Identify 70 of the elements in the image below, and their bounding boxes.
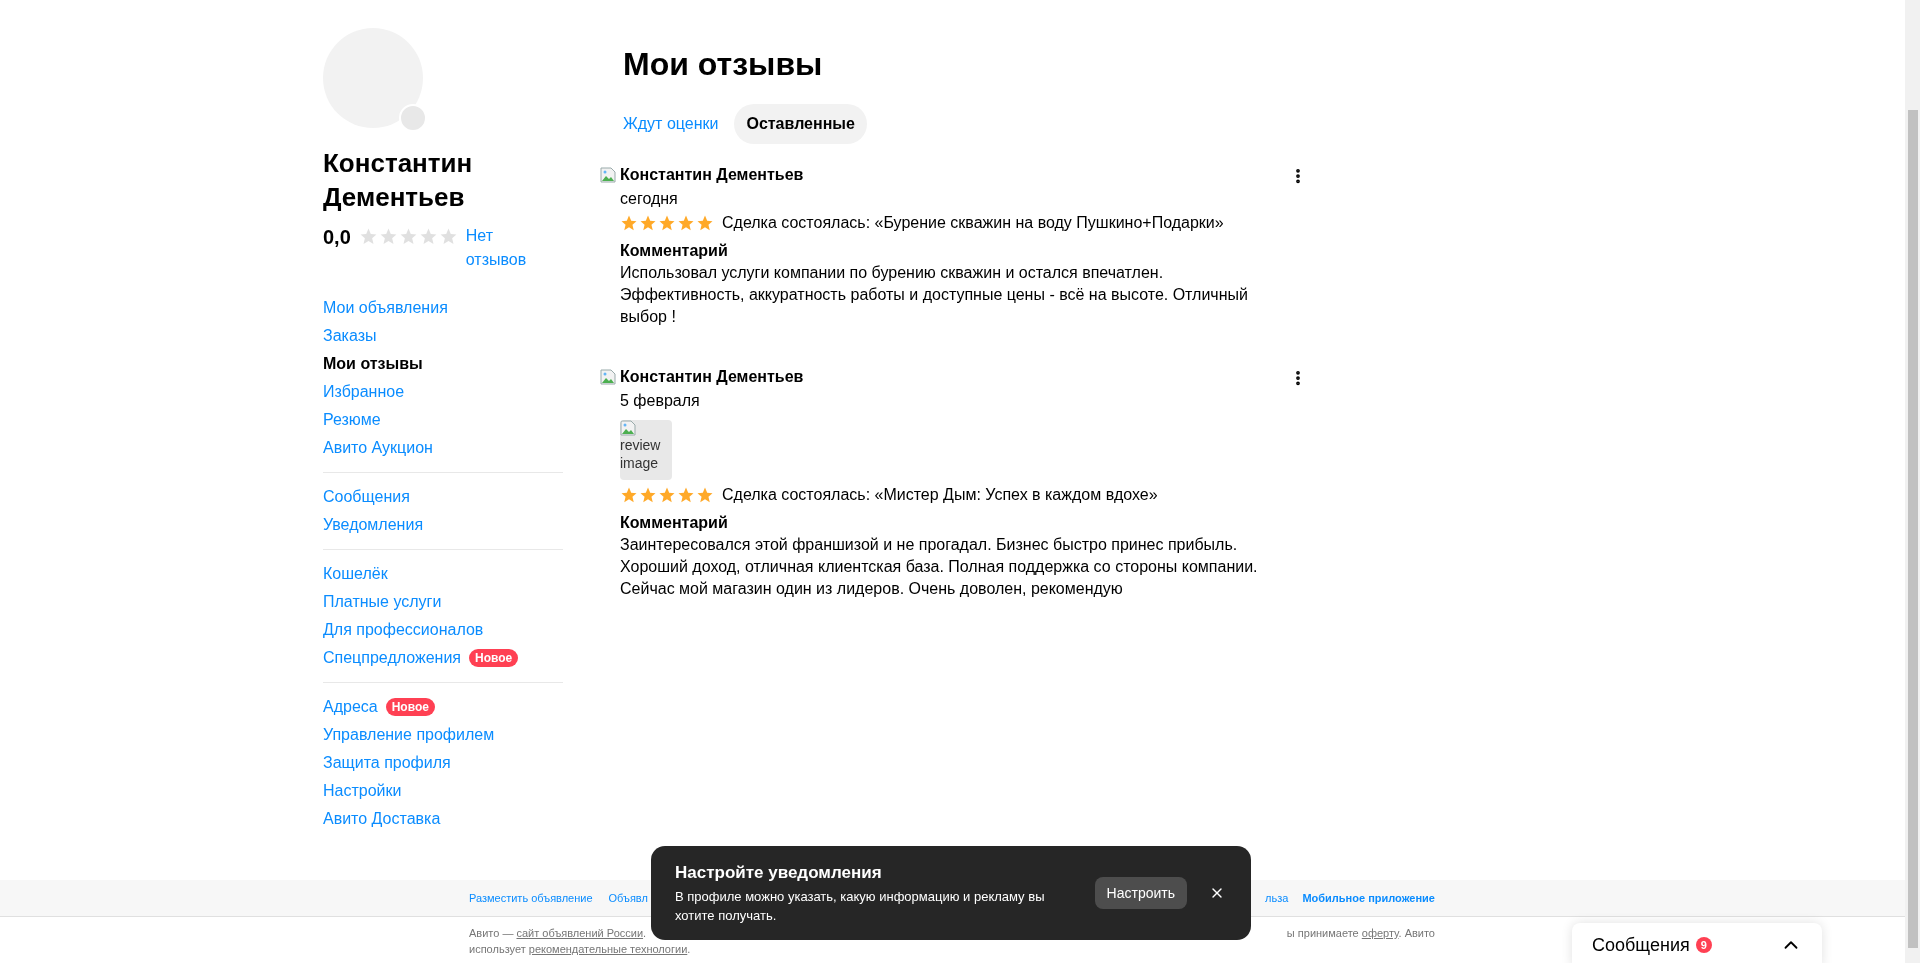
review-image[interactable]: review image bbox=[620, 420, 672, 480]
review-tab[interactable]: Ждут оценки bbox=[611, 104, 731, 144]
comment-text: Использовал услуги компании по бурению скважин и остался впечатлен. Эффективность, аккуратность работы и доступные цены - всё на высоте. Отличный выбор ! bbox=[620, 263, 1249, 327]
legal-text: использует рекомендательные технологии. bbox=[469, 943, 691, 955]
legal-text: Авито — сайт объявлений России. bbox=[469, 926, 647, 941]
deal-text: Сделка состоялась: «Бурение скважин на воду Пушкино+Подарки» bbox=[722, 213, 1224, 233]
messages-widget[interactable]: Сообщения 9 bbox=[1572, 923, 1822, 963]
setup-button[interactable]: Настроить bbox=[1094, 877, 1187, 909]
sidebar-link[interactable]: Уведомления bbox=[323, 513, 424, 537]
toast-text: В профиле можно указать, какую информацию и рекламу вы хотите получать. bbox=[675, 888, 1046, 925]
star-icon bbox=[677, 214, 695, 232]
star-icon bbox=[620, 214, 638, 232]
sidebar-link[interactable]: Управление профилем bbox=[323, 723, 495, 747]
image-alt-text: review image bbox=[620, 436, 662, 472]
scrollbar[interactable] bbox=[1905, 0, 1920, 963]
star-icon bbox=[418, 227, 438, 246]
footer-link[interactable]: Мобильное приложение bbox=[1302, 889, 1435, 907]
sidebar-link[interactable]: Для профессионалов bbox=[323, 618, 484, 642]
legal-link[interactable]: оферту bbox=[1361, 927, 1399, 939]
rating-value: 0,0 bbox=[323, 225, 351, 250]
broken-image-icon bbox=[620, 420, 636, 436]
star-icon bbox=[658, 486, 676, 504]
sidebar-link[interactable]: Защита профиля bbox=[323, 751, 451, 775]
review-date: сегодня bbox=[620, 189, 679, 209]
star-icon bbox=[620, 486, 638, 504]
sidebar-link[interactable]: Авито Доставка bbox=[323, 807, 441, 831]
sidebar-link[interactable]: Избранное bbox=[323, 380, 405, 404]
profile-name: Константин Дементьев bbox=[323, 147, 474, 214]
reviews-link[interactable]: Нет отзывов bbox=[465, 224, 536, 272]
footer-link[interactable]: Объявл bbox=[608, 889, 648, 907]
comment-text: Заинтересовался этой франшизой и не прогадал. Бизнес быстро принес прибыль. Хороший доход, отличная клиентская база. Полная поддержка со стороны компании. Сейчас мой магазин один из лидеров. Очень доволен, рекомендую bbox=[620, 535, 1259, 599]
star-icon bbox=[696, 214, 714, 232]
sidebar-link[interactable]: Резюме bbox=[323, 408, 381, 432]
review-tab[interactable]: Оставленные bbox=[734, 104, 867, 144]
sidebar-link[interactable]: Адреса bbox=[323, 695, 378, 719]
star-icon bbox=[639, 486, 657, 504]
comment-title: Комментарий bbox=[620, 241, 729, 261]
deal-text: Сделка состоялась: «Мистер Дым: Успех в каждом вдохе» bbox=[722, 485, 1158, 505]
sidebar-link[interactable]: Мои объявления bbox=[323, 296, 448, 320]
broken-image-icon bbox=[600, 167, 616, 183]
star-icon bbox=[696, 486, 714, 504]
sidebar-link[interactable]: Платные услуги bbox=[323, 590, 442, 614]
review-date: 5 февраля bbox=[620, 391, 701, 411]
star-icon bbox=[677, 486, 695, 504]
page-title: Мои отзывы bbox=[623, 45, 824, 84]
count-badge: 9 bbox=[1695, 937, 1712, 953]
broken-image-icon bbox=[600, 369, 616, 385]
footer-link[interactable]: Разместить объявление bbox=[469, 889, 593, 907]
star-icon bbox=[658, 214, 676, 232]
review-author: Константин Дементьев bbox=[620, 367, 804, 387]
comment-title: Комментарий bbox=[620, 513, 729, 533]
star-icon bbox=[398, 227, 418, 246]
sidebar-link[interactable]: Кошелёк bbox=[323, 562, 388, 586]
star-icon bbox=[438, 227, 458, 246]
sidebar-link[interactable]: Заказы bbox=[323, 324, 377, 348]
sidebar-link[interactable]: Мои отзывы bbox=[323, 352, 423, 376]
sidebar-link[interactable]: Сообщения bbox=[323, 485, 410, 509]
sidebar-link[interactable]: Авито Аукцион bbox=[323, 436, 433, 460]
footer-link[interactable]: льза bbox=[1265, 889, 1289, 907]
toast-title: Настройте уведомления bbox=[675, 862, 883, 884]
star-icon bbox=[358, 227, 378, 246]
star-icon bbox=[639, 214, 657, 232]
new-badge: Новое bbox=[469, 649, 519, 667]
legal-text: ы принимаете оферту. Авито bbox=[1286, 926, 1435, 941]
messages-label: Сообщения bbox=[1592, 933, 1690, 957]
sidebar-link[interactable]: Спецпредложения bbox=[323, 646, 461, 670]
new-badge: Новое bbox=[385, 698, 435, 716]
star-icon bbox=[378, 227, 398, 246]
sidebar-link[interactable]: Настройки bbox=[323, 779, 402, 803]
review-author: Константин Дементьев bbox=[620, 165, 804, 185]
